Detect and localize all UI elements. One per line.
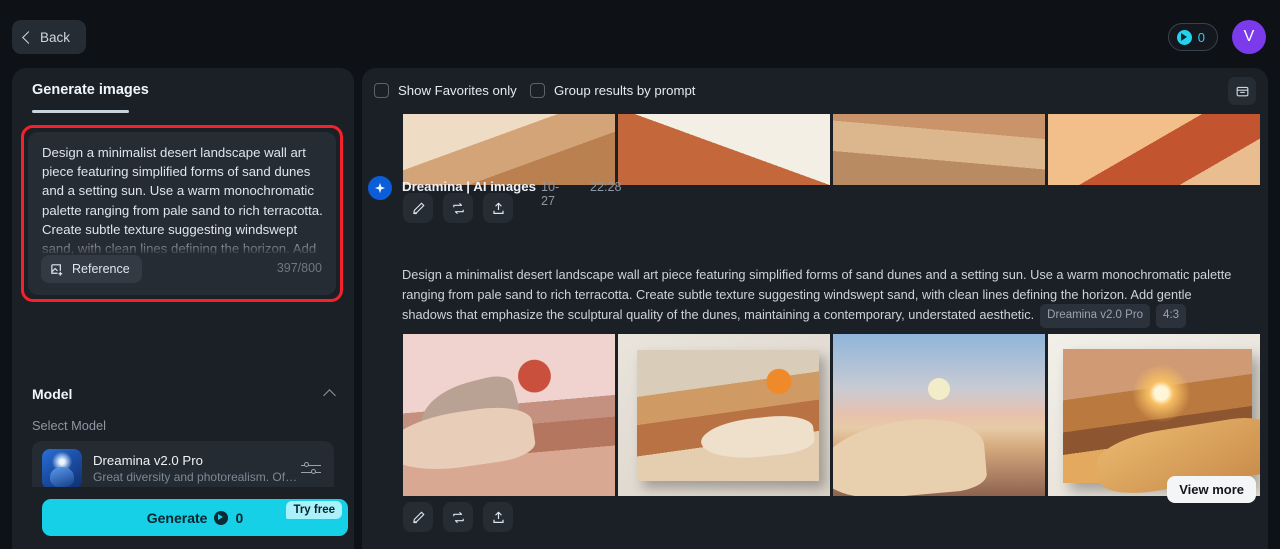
prompt-footer: Reference 397/800 [28, 249, 336, 295]
model-section-title: Model [32, 386, 73, 402]
back-button-label: Back [40, 29, 71, 45]
panel-tabs: Generate images [12, 68, 354, 116]
pencil-edit-icon [412, 201, 425, 214]
result-date: 10-27 [541, 180, 560, 208]
result-thumbnail[interactable] [1048, 334, 1260, 496]
prompt-highlight-annotation: Design a minimalist desert landscape wal… [21, 125, 343, 302]
result-ratio-tag: 4:3 [1156, 304, 1187, 328]
model-description: Great diversity and photorealism. Of… [93, 470, 298, 484]
regenerate-button[interactable] [443, 502, 473, 532]
avatar[interactable]: V [1232, 20, 1266, 54]
chevron-left-icon [22, 30, 35, 44]
credits-pill[interactable]: 0 [1167, 23, 1218, 51]
edit-button[interactable] [403, 193, 433, 223]
model-meta: Dreamina v2.0 Pro Great diversity and ph… [93, 453, 298, 484]
try-free-badge[interactable]: Try free [286, 501, 342, 519]
result-thumbnail[interactable] [618, 334, 830, 496]
show-favorites-checkbox[interactable]: Show Favorites only [374, 83, 517, 98]
regenerate-loop-icon [452, 202, 464, 214]
regenerate-button[interactable] [443, 193, 473, 223]
result-time: 22:28 [590, 180, 622, 194]
result-image-row-current [403, 334, 1260, 496]
archive-button[interactable] [1228, 77, 1256, 105]
model-name: Dreamina v2.0 Pro [93, 453, 203, 468]
checkbox-box [374, 83, 389, 98]
prompt-input-box[interactable]: Design a minimalist desert landscape wal… [28, 132, 336, 295]
chevron-up-icon[interactable] [323, 389, 336, 402]
view-more-button[interactable]: View more [1167, 476, 1256, 503]
result-thumbnail[interactable] [403, 114, 615, 185]
checkbox-box [530, 83, 545, 98]
prompt-input[interactable]: Design a minimalist desert landscape wal… [42, 143, 325, 255]
upload-button[interactable] [483, 502, 513, 532]
credit-coin-icon [214, 510, 229, 525]
result-thumbnail[interactable] [833, 114, 1045, 185]
credits-value: 0 [1197, 29, 1205, 45]
reference-button[interactable]: Reference [41, 255, 142, 283]
model-thumbnail [42, 448, 82, 489]
group-by-prompt-label: Group results by prompt [554, 83, 696, 98]
result-thumbnail[interactable] [1048, 114, 1260, 185]
results-toolbar: Show Favorites only Group results by pro… [362, 68, 1268, 114]
app-root: Back 0 V Generate images Design a minima… [0, 0, 1280, 549]
back-button[interactable]: Back [12, 20, 87, 54]
reference-label: Reference [72, 262, 130, 276]
tab-generate-images[interactable]: Generate images [32, 82, 149, 98]
group-by-prompt-checkbox[interactable]: Group results by prompt [530, 83, 695, 98]
upload-share-icon [492, 202, 504, 214]
edit-button[interactable] [403, 502, 433, 532]
generate-button[interactable]: Generate 0 Try free [42, 499, 348, 536]
select-model-label: Select Model [32, 418, 106, 433]
credit-coin-icon [1176, 29, 1192, 45]
result-image-row-previous [403, 114, 1260, 185]
generate-cost: 0 [235, 509, 244, 526]
sliders-icon[interactable] [298, 456, 324, 482]
tab-active-indicator [32, 110, 129, 113]
generate-button-label: Generate [146, 509, 208, 526]
avatar-initial: V [1243, 28, 1255, 45]
dreamina-sparkle-icon [368, 176, 392, 200]
pencil-edit-icon [412, 510, 425, 523]
prompt-char-counter: 397/800 [276, 261, 322, 275]
top-bar: Back 0 V [0, 0, 1280, 72]
result-thumbnail[interactable] [618, 114, 830, 185]
archive-folder-icon [1236, 86, 1248, 96]
result-actions-current [403, 502, 513, 532]
show-favorites-label: Show Favorites only [398, 83, 517, 98]
upload-button[interactable] [483, 193, 513, 223]
result-thumbnail[interactable] [403, 334, 615, 496]
result-thumbnail[interactable] [833, 334, 1045, 496]
model-section-header: Model [32, 386, 336, 402]
result-source-name: Dreamina | AI images [402, 179, 537, 194]
result-prompt-block: Design a minimalist desert landscape wal… [402, 265, 1238, 328]
generate-bar: Generate 0 Try free [12, 487, 354, 549]
add-image-icon [51, 263, 63, 276]
result-actions-previous [403, 193, 513, 223]
result-model-tag: Dreamina v2.0 Pro [1040, 304, 1151, 328]
generation-panel: Generate images Design a minimalist dese… [12, 68, 354, 549]
regenerate-loop-icon [452, 511, 464, 523]
upload-share-icon [492, 511, 504, 523]
